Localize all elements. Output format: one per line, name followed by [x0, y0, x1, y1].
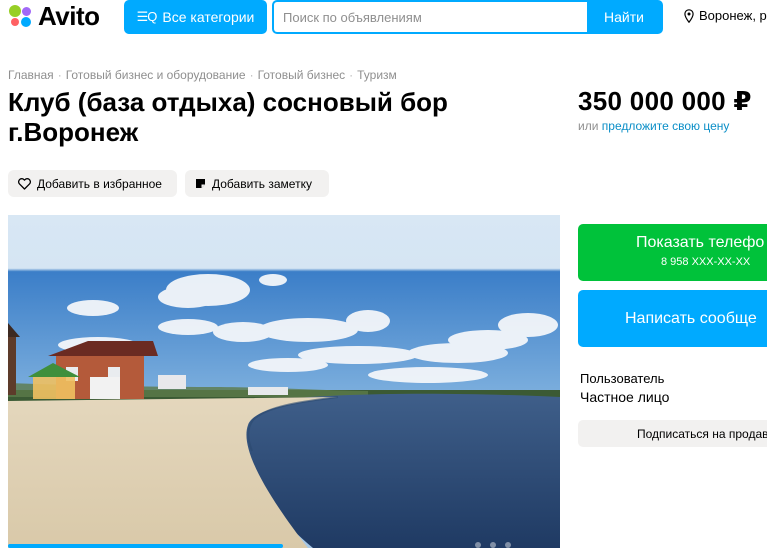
logo-text: Avito: [38, 1, 100, 31]
listing-photo[interactable]: [8, 215, 560, 548]
categories-label: Все категории: [162, 9, 255, 25]
all-categories-button[interactable]: ☰Q Все категории: [124, 0, 267, 34]
seller-role: Пользователь: [580, 371, 665, 386]
price: 350 000 000 ₽: [578, 86, 752, 116]
location-pin-icon: [684, 8, 694, 23]
note-label: Добавить заметку: [212, 176, 312, 191]
breadcrumb-item-tourism[interactable]: Туризм: [357, 68, 397, 82]
subscribe-label: Подписаться на продав: [637, 426, 767, 441]
categories-search-icon: ☰Q: [136, 9, 158, 24]
gallery-scrollbar[interactable]: [8, 544, 283, 548]
show-phone-label: Показать телефо: [636, 234, 765, 251]
logo-dots-icon: [9, 4, 35, 28]
title-line-2: г.Воронеж: [8, 117, 139, 147]
heart-icon: [18, 177, 31, 190]
write-message-label: Написать сообще: [625, 309, 757, 327]
show-phone-button[interactable]: Показать телефо 8 958 XXX-XX-XX: [578, 224, 767, 281]
avito-logo[interactable]: Avito: [9, 3, 100, 29]
breadcrumb: Главная · Готовый бизнес и оборудование · Го…: [8, 68, 397, 82]
page-title: Клуб (база отдыха) сосновый бор г.Вороне…: [8, 87, 528, 147]
breadcrumb-item-ready-business[interactable]: Готовый бизнес: [258, 68, 346, 82]
location-selector[interactable]: Воронеж, ра: [684, 8, 767, 23]
write-message-button[interactable]: Написать сообще: [578, 290, 767, 347]
subscribe-seller-button[interactable]: Подписаться на продав: [578, 420, 767, 447]
location-text: Воронеж, ра: [699, 8, 767, 23]
breadcrumb-separator: ·: [349, 68, 354, 82]
phone-masked: 8 958 XXX-XX-XX: [661, 256, 751, 268]
note-icon: [196, 179, 205, 188]
add-note-button[interactable]: Добавить заметку: [185, 170, 329, 197]
offer-price-link[interactable]: предложите свою цену: [602, 119, 730, 133]
seller-name[interactable]: Частное лицо: [580, 389, 669, 405]
price-offer: или предложите свою цену: [578, 119, 729, 133]
favorites-label: Добавить в избранное: [37, 176, 162, 191]
breadcrumb-separator: ·: [57, 68, 62, 82]
add-to-favorites-button[interactable]: Добавить в избранное: [8, 170, 177, 197]
offer-prefix: или: [578, 119, 599, 133]
breadcrumb-separator: ·: [249, 68, 254, 82]
breadcrumb-item-business-equipment[interactable]: Готовый бизнес и оборудование: [66, 68, 246, 82]
title-line-1: Клуб (база отдыха) сосновый бор: [8, 87, 448, 117]
breadcrumb-item-home[interactable]: Главная: [8, 68, 54, 82]
search-button[interactable]: Найти: [587, 2, 661, 32]
search-input[interactable]: [274, 2, 587, 32]
search-bar: Найти: [272, 0, 663, 34]
